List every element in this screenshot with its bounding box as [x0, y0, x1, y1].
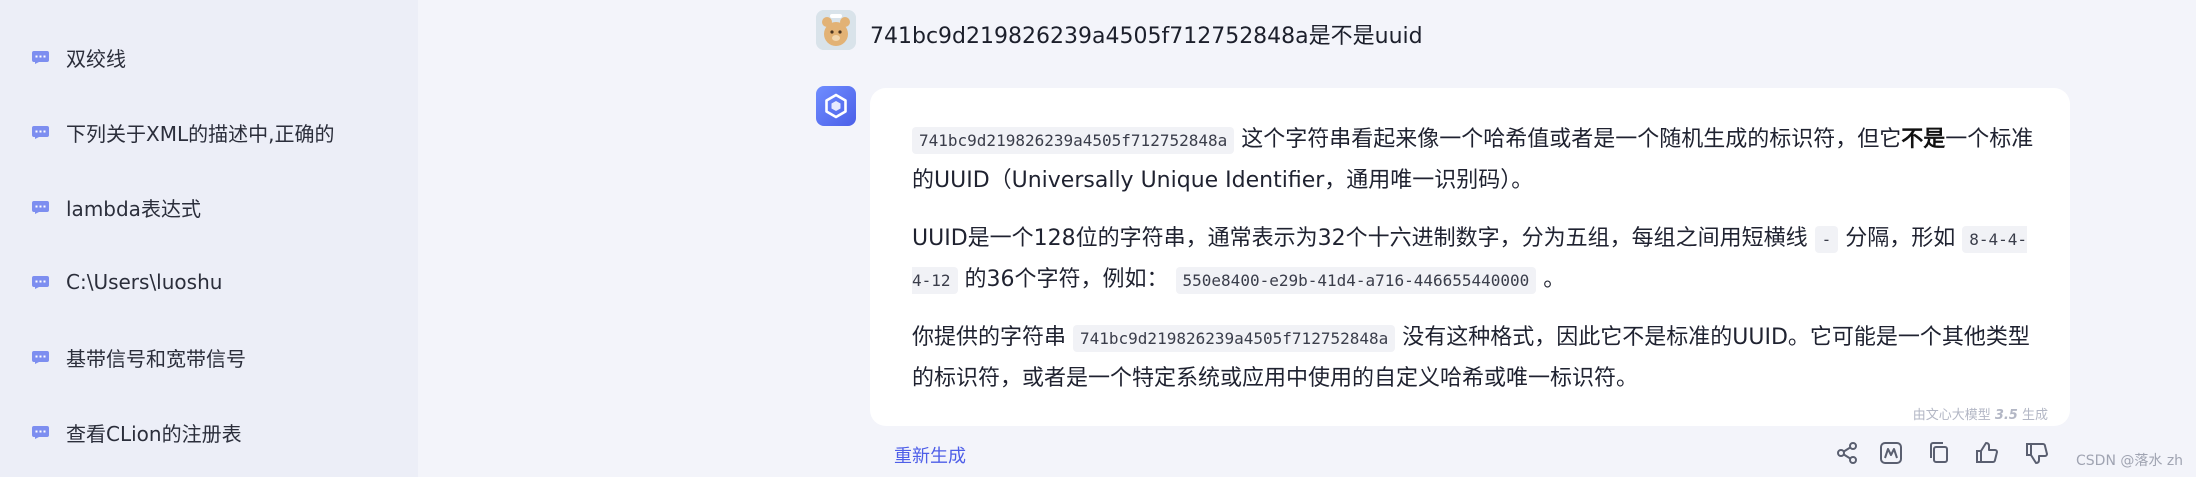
generated-by-note: 由文心大模型 3.5 生成 — [1913, 404, 2048, 423]
answer-text: 你提供的字符串 — [912, 325, 1073, 350]
answer-text: 分隔，形如 — [1838, 226, 1963, 251]
answer-text: UUID是一个128位的字符串，通常表示为32个十六进制数字，分为五组，每组之间… — [912, 226, 1815, 251]
sidebar-item-label: 查看CLion的注册表 — [66, 421, 242, 446]
sidebar-item-3[interactable]: C:\Users\luoshu — [32, 264, 222, 300]
regenerate-button[interactable]: 重新生成 — [894, 442, 966, 468]
model-version: 3.5 — [1994, 408, 2018, 423]
generated-by-suffix: 生成 — [2017, 408, 2048, 423]
copy-icon — [1930, 442, 1948, 463]
chat-icon — [32, 125, 49, 139]
watermark-credit: CSDN @落水 zh — [2076, 453, 2184, 469]
chat-icon — [32, 425, 49, 439]
answer-paragraph-2: UUID是一个128位的字符串，通常表示为32个十六进制数字，分为五组，每组之间… — [912, 219, 2042, 301]
answer-paragraph-1: 741bc9d219826239a4505f712752848a 这个字符串看起… — [912, 120, 2042, 201]
chat-icon — [32, 275, 49, 289]
ernie-logo-icon — [825, 93, 847, 119]
sidebar-item-label: 基带信号和宽带信号 — [66, 346, 246, 371]
mindmap-button[interactable] — [1878, 440, 1904, 466]
answer-paragraph-3: 你提供的字符串 741bc9d219826239a4505f712752848a… — [912, 318, 2042, 399]
sidebar-item-label: 双绞线 — [66, 46, 126, 71]
sidebar-item-0[interactable]: 双绞线 — [32, 39, 126, 75]
like-button[interactable] — [1974, 440, 2000, 466]
chat-icon — [32, 50, 49, 64]
sidebar-item-2[interactable]: lambda表达式 — [32, 189, 201, 225]
sidebar: 双绞线 下列关于XML的描述中,正确的 lambda表达式 C:\Users\l… — [0, 0, 418, 477]
user-avatar — [816, 10, 856, 50]
share-button[interactable] — [1834, 440, 1860, 466]
sidebar-item-5[interactable]: 查看CLion的注册表 — [32, 414, 242, 450]
sidebar-item-1[interactable]: 下列关于XML的描述中,正确的 — [32, 114, 334, 150]
inline-code: 741bc9d219826239a4505f712752848a — [912, 127, 1235, 154]
mindmap-icon — [1880, 442, 1902, 464]
sidebar-item-label: C:\Users\luoshu — [66, 270, 223, 294]
sidebar-item-label: 下列关于XML的描述中,正确的 — [66, 121, 335, 146]
inline-code: 741bc9d219826239a4505f712752848a — [1073, 325, 1396, 352]
answer-text: 的36个字符，例如： — [957, 267, 1176, 292]
answer-text: 这个字符串看起来像一个哈希值或者是一个随机生成的标识符，但它 — [1234, 127, 1902, 152]
generated-by-prefix: 由文心大模型 — [1912, 408, 1995, 423]
chat-icon — [32, 200, 49, 214]
inline-code: - — [1814, 226, 1839, 253]
bot-avatar — [816, 86, 856, 126]
thumbs-up-icon — [1976, 442, 1998, 463]
inline-code: 550e8400-e29b-41d4-a716-446655440000 — [1175, 267, 1537, 294]
answer-text: 。 — [1536, 267, 1566, 292]
answer-bubble: 741bc9d219826239a4505f712752848a 这个字符串看起… — [870, 88, 2070, 426]
thumbs-down-icon — [2026, 443, 2048, 464]
user-question: 741bc9d219826239a4505f712752848a是不是uuid — [870, 24, 1423, 49]
copy-button[interactable] — [1926, 440, 1952, 466]
cartoon-avatar-icon — [816, 10, 856, 50]
sidebar-item-label: lambda表达式 — [66, 196, 201, 221]
sidebar-item-4[interactable]: 基带信号和宽带信号 — [32, 339, 246, 375]
chat-icon — [32, 350, 49, 364]
answer-bold-text: 不是 — [1901, 127, 1946, 152]
dislike-button[interactable] — [2024, 440, 2050, 466]
share-icon — [1837, 442, 1857, 464]
